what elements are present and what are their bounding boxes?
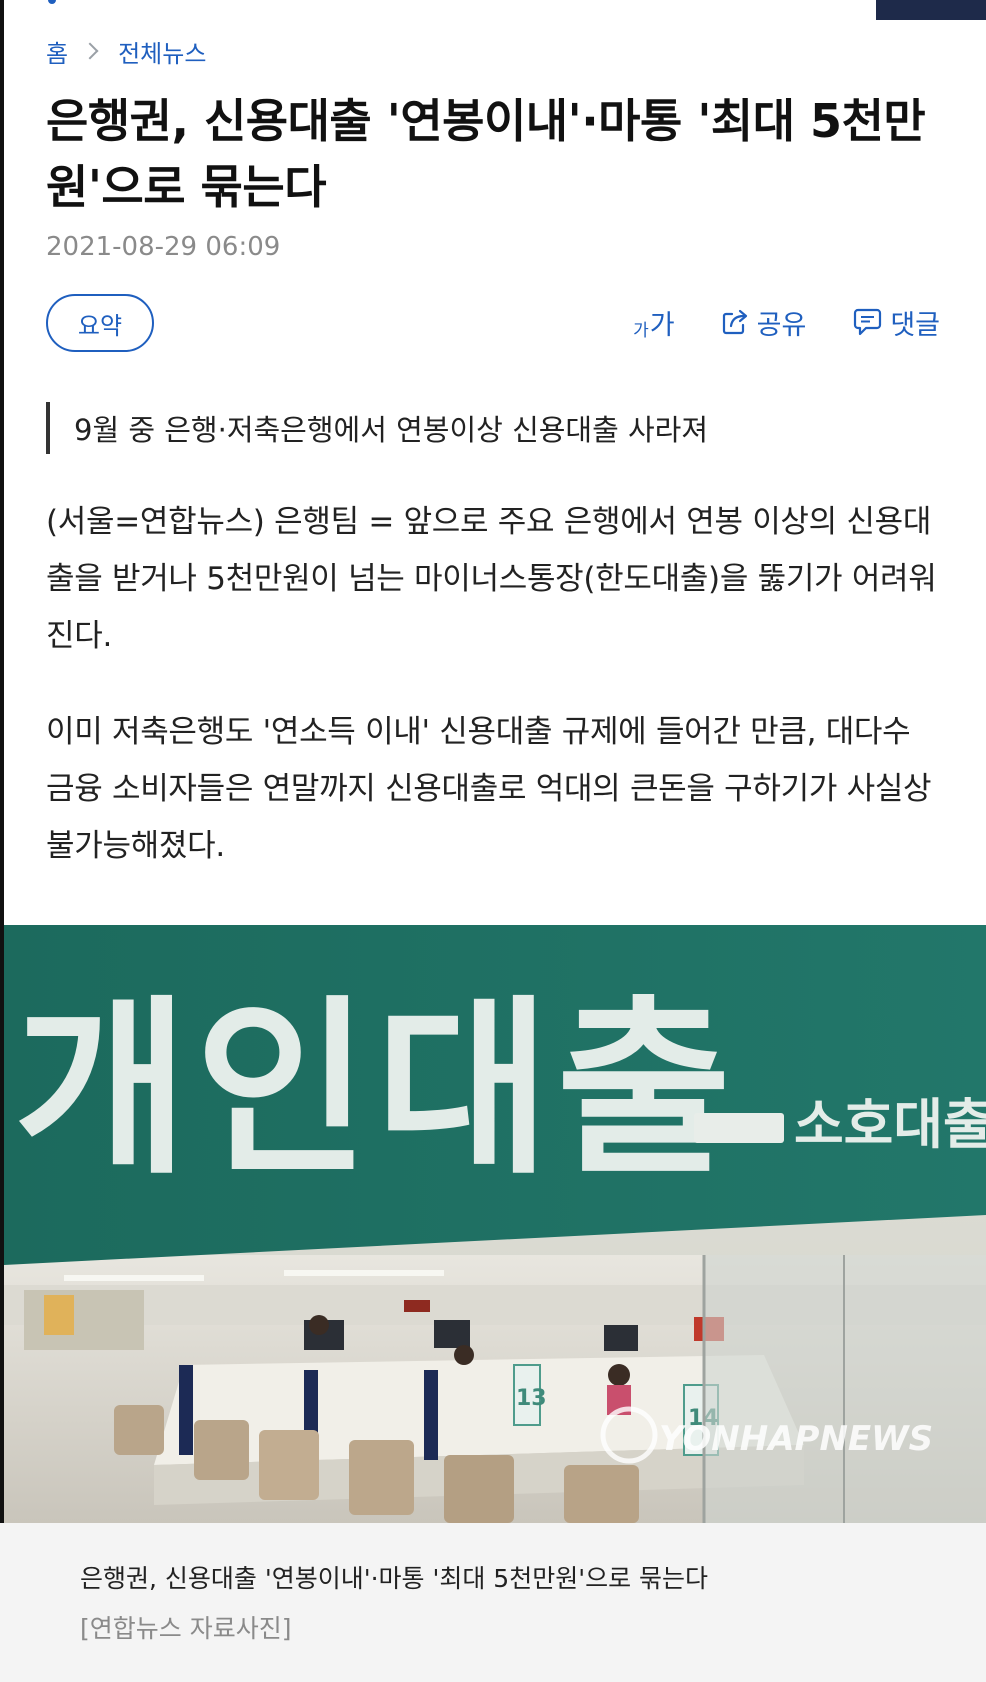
breadcrumb-section[interactable]: 전체뉴스	[118, 34, 206, 69]
photo-caption-text: 은행권, 신용대출 '연봉이내'·마통 '최대 5천만원'으로 묶는다	[80, 1564, 709, 1593]
photo-caption: 은행권, 신용대출 '연봉이내'·마통 '최대 5천만원'으로 묶는다 [연합뉴…	[0, 1523, 986, 1682]
share-label: 공유	[756, 309, 807, 341]
comment-button[interactable]: 댓글	[850, 303, 940, 342]
article-date: 2021-08-29 06:09	[46, 232, 281, 262]
article-paragraph-1: (서울=연합뉴스) 은행팀 = 앞으로 주요 은행에서 연봉 이상의 신용대출을…	[46, 504, 937, 654]
photo-credit: [연합뉴스 자료사진]	[80, 1614, 292, 1643]
watermark-yonhapnews: YONHAPNEWS	[659, 1419, 933, 1459]
scroll-indicator-dot	[48, 0, 56, 4]
breadcrumb-home[interactable]: 홈	[46, 34, 68, 69]
share-icon	[722, 309, 747, 335]
font-size-small-glyph: 가	[633, 320, 649, 341]
comment-icon	[854, 308, 882, 336]
share-button[interactable]: 공유	[719, 303, 807, 342]
article-toolbar: 가 가 공유 댓글	[589, 300, 940, 344]
font-size-large-glyph: 가	[649, 309, 675, 341]
desk-number-13: 13	[516, 1386, 547, 1411]
article-title-line-1: 은행권, 신용대출 '연봉이내'·마통 '최대 5천만	[46, 94, 926, 148]
font-size-button[interactable]: 가 가	[633, 303, 674, 342]
comment-label: 댓글	[890, 309, 940, 341]
chevron-right-icon	[81, 42, 99, 60]
article-photo[interactable]: 13 14 개인대출 소호대출 YONHAPNEWS	[4, 925, 986, 1523]
article-subheadline: 9월 중 은행·저축은행에서 연봉이상 신용대출 사라져	[46, 402, 708, 454]
summary-button[interactable]: 요약	[46, 294, 154, 352]
article-paragraph-2: 이미 저축은행도 '연소득 이내' 신용대출 규제에 들어간 만큼, 대다수 금…	[46, 714, 932, 864]
bank-branch-photo: 13 14 개인대출 소호대출 YONHAPNEWS	[4, 925, 986, 1523]
top-corner-tab	[876, 0, 986, 20]
sign-text-main: 개인대출	[14, 979, 737, 1200]
article-title: 은행권, 신용대출 '연봉이내'·마통 '최대 5천만 원'으로 묶는다	[46, 88, 946, 220]
breadcrumb: 홈 전체뉴스	[46, 34, 206, 68]
article-title-line-2: 원'으로 묶는다	[46, 160, 327, 214]
sign-text-sub: 소호대출	[794, 1093, 986, 1156]
